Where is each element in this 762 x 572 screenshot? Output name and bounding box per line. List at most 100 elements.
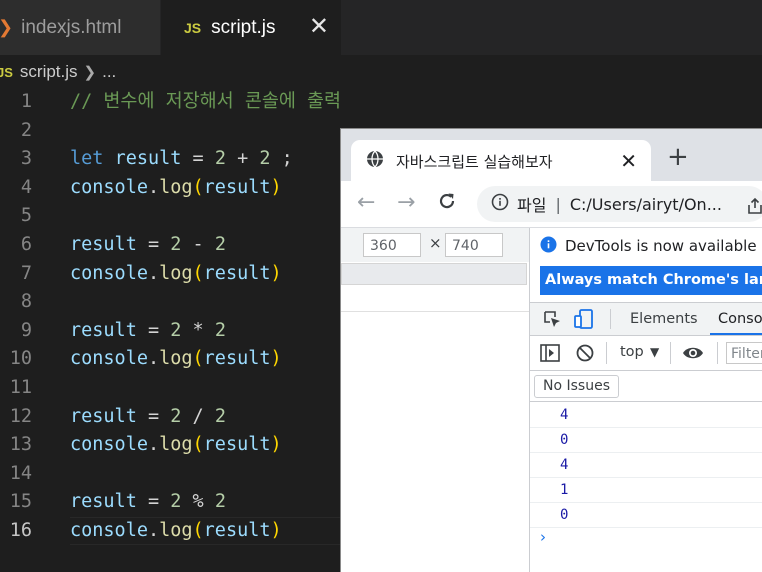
breadcrumb: JS script.js ❯ ...	[0, 58, 116, 86]
operator: =	[136, 319, 171, 341]
line-number: 16	[9, 520, 32, 541]
operator: .	[147, 176, 160, 198]
operator: .	[147, 348, 160, 370]
line-number: 9	[20, 319, 32, 341]
number: 2	[214, 234, 226, 255]
variable: result	[203, 520, 271, 541]
operator: ;	[270, 148, 293, 170]
line-number: 7	[20, 262, 32, 284]
console-message: 4	[530, 403, 762, 428]
media-query-bar[interactable]	[341, 263, 527, 285]
info-icon[interactable]	[491, 193, 509, 215]
eye-icon[interactable]	[682, 345, 704, 365]
close-tab-icon[interactable]: ✕	[620, 149, 637, 173]
function: log	[159, 434, 193, 456]
number: 2	[214, 148, 226, 170]
viewport-height-input[interactable]: 740	[445, 233, 503, 257]
device-toolbar: 360 × 740	[341, 228, 529, 262]
share-icon[interactable]	[746, 197, 762, 219]
device-toggle-icon[interactable]	[574, 308, 594, 334]
number: 2	[170, 319, 182, 341]
clear-console-icon[interactable]	[576, 344, 594, 366]
line-number: 1	[20, 91, 32, 112]
viewport-width-input[interactable]: 360	[363, 233, 421, 257]
console-value: 1	[560, 482, 569, 498]
line-number: 14	[9, 462, 32, 484]
chrome-tab-strip: 자바스크립트 실습해보자 ✕ +	[341, 129, 762, 182]
forward-arrow-icon[interactable]: →	[397, 191, 415, 215]
divider	[341, 311, 529, 312]
chevron-right-icon: ❯	[83, 64, 97, 81]
line-number: 5	[20, 205, 32, 227]
address-url: C:/Users/airyt/On...	[569, 194, 722, 214]
console-message: 4	[530, 453, 762, 478]
line-number: 6	[20, 234, 32, 255]
always-match-language-button[interactable]: Always match Chrome's languag	[540, 266, 762, 295]
address-bar[interactable]: 파일 | C:/Users/airyt/On...	[477, 186, 762, 222]
divider	[606, 342, 607, 364]
tab-title: 자바스크립트 실습해보자	[396, 152, 553, 171]
function: log	[159, 348, 193, 370]
tab-elements[interactable]: Elements	[630, 311, 698, 327]
console-value: 0	[560, 432, 569, 448]
operator: =	[181, 148, 215, 170]
reload-icon[interactable]	[437, 191, 457, 217]
breadcrumb-file[interactable]: script.js	[20, 62, 78, 82]
paren: (	[192, 348, 204, 370]
variable: result	[203, 262, 271, 284]
tab-label: indexjs.html	[21, 16, 122, 38]
console-message: 0	[530, 503, 762, 528]
tab-indexjs-html[interactable]: ❯ indexjs.html	[0, 0, 161, 55]
paren: (	[192, 176, 204, 198]
console-value: 4	[560, 457, 569, 473]
back-arrow-icon[interactable]: ←	[357, 191, 375, 215]
console-prompt[interactable]: ›	[540, 528, 546, 546]
line-number: 13	[9, 434, 32, 456]
inspect-element-icon[interactable]	[542, 309, 562, 333]
breadcrumb-symbols[interactable]: ...	[102, 62, 116, 82]
operator: .	[147, 262, 160, 284]
paren: )	[270, 434, 282, 456]
issues-button[interactable]: No Issues	[534, 375, 619, 398]
paren: (	[192, 434, 204, 456]
variable: result	[70, 491, 137, 513]
code-line: 1 // 변수에 저장해서 콘솔에 출력	[0, 88, 762, 116]
identifier: console	[70, 520, 148, 541]
tab-console[interactable]: Consol	[718, 311, 762, 327]
caret-down-icon: ▼	[650, 345, 660, 359]
tab-script-js[interactable]: JS script.js ✕	[161, 0, 341, 55]
number: 2	[214, 405, 226, 427]
number: 2	[170, 234, 182, 255]
new-tab-button[interactable]: +	[667, 144, 689, 170]
operator: +	[225, 148, 260, 170]
operator: /	[181, 405, 215, 427]
number: 2	[214, 319, 226, 341]
paren: (	[192, 520, 204, 541]
paren: )	[270, 348, 282, 370]
devtools-tab-bar: Elements Consol	[530, 303, 762, 335]
close-icon[interactable]: ✕	[309, 13, 329, 41]
context-selector[interactable]: top	[620, 344, 644, 360]
line-number: 8	[20, 291, 32, 313]
sidebar-toggle-icon[interactable]	[540, 344, 560, 366]
keyword: let	[70, 148, 104, 170]
function: log	[159, 520, 193, 541]
line-number: 11	[9, 377, 32, 398]
address-separator: |	[555, 194, 561, 214]
identifier: console	[70, 262, 148, 284]
function: log	[159, 262, 193, 284]
operator: .	[147, 520, 160, 541]
html-icon: ❯	[0, 17, 13, 38]
browser-tab[interactable]: 자바스크립트 실습해보자 ✕	[351, 140, 651, 182]
filter-input[interactable]: Filter	[726, 342, 762, 364]
console-toolbar: top ▼ Filter	[530, 336, 762, 370]
divider	[610, 309, 611, 329]
notice-text: DevTools is now available in Ko	[565, 237, 762, 255]
identifier: console	[70, 348, 148, 370]
js-icon: JS	[184, 19, 202, 36]
variable: result	[203, 176, 271, 198]
paren: )	[270, 262, 282, 284]
browser-toolbar: ← → 파일 | C:/Users/airyt/On...	[341, 181, 762, 227]
paren: (	[192, 262, 204, 284]
variable: result	[70, 234, 137, 255]
